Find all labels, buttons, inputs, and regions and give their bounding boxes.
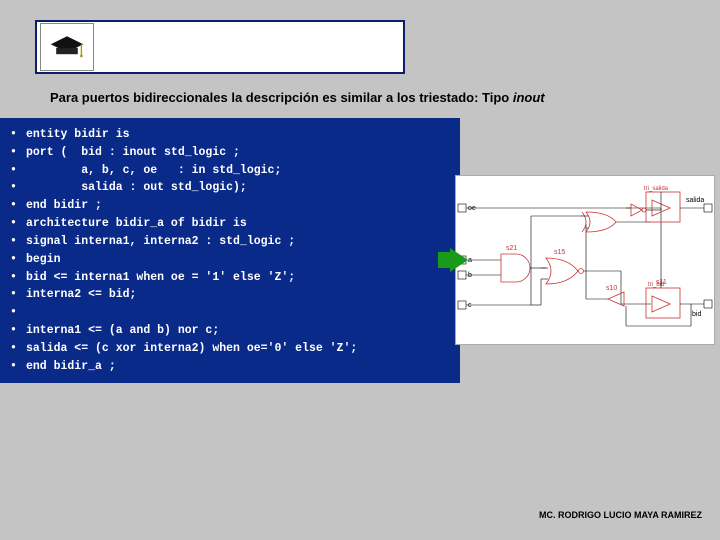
title-bar: [35, 20, 405, 74]
bullet-icon: •: [10, 269, 26, 287]
code-line: •interna1 <= (a and b) nor c;: [10, 322, 460, 340]
arrow-head-icon: [450, 248, 468, 272]
grad-cap-icon: [40, 23, 94, 71]
subtitle-keyword: inout: [513, 90, 545, 105]
buf-trisalida: tri_salida: [644, 186, 669, 192]
bullet-icon: •: [10, 126, 26, 144]
gate-s21: s21: [506, 245, 517, 252]
port-oe: oe: [468, 205, 476, 212]
code-line: •bid <= interna1 when oe = '1' else 'Z';: [10, 269, 460, 287]
port-c: c: [468, 302, 472, 309]
sig-s10: s10: [606, 285, 617, 292]
code-line: •architecture bidir_a of bidir is: [10, 215, 460, 233]
bullet-icon: •: [10, 358, 26, 376]
bullet-icon: •: [10, 215, 26, 233]
bullet-icon: •: [10, 144, 26, 162]
code-line: •port ( bid : inout std_logic ;: [10, 144, 460, 162]
code-line: • salida : out std_logic);: [10, 179, 460, 197]
circuit-diagram: oe a b c s21 s15: [455, 175, 715, 345]
code-line: •entity bidir is: [10, 126, 460, 144]
bullet-icon: •: [10, 322, 26, 340]
code-line: • a, b, c, oe : in std_logic;: [10, 162, 460, 180]
out-salida: salida: [686, 197, 704, 204]
code-line: •begin: [10, 251, 460, 269]
out-bid: bid: [692, 311, 701, 318]
port-b: b: [468, 272, 472, 279]
bullet-icon: •: [10, 340, 26, 358]
code-line: •interna2 <= bid;: [10, 286, 460, 304]
footer-author: MC. RODRIGO LUCIO MAYA RAMIREZ: [539, 510, 702, 520]
sig-s11: s11: [656, 279, 667, 286]
code-panel: •entity bidir is •port ( bid : inout std…: [0, 118, 460, 383]
port-a: a: [468, 257, 472, 264]
bullet-icon: •: [10, 197, 26, 215]
bullet-icon: •: [10, 179, 26, 197]
subtitle-prefix: Para puertos bidireccionales la descripc…: [50, 90, 513, 105]
code-line: •end bidir_a ;: [10, 358, 460, 376]
bullet-icon: •: [10, 304, 26, 322]
code-line: •signal interna1, interna2 : std_logic ;: [10, 233, 460, 251]
code-line: •salida <= (c xor interna2) when oe='0' …: [10, 340, 460, 358]
bullet-icon: •: [10, 162, 26, 180]
code-line: •end bidir ;: [10, 197, 460, 215]
gate-s15: s15: [554, 249, 565, 256]
subtitle-text: Para puertos bidireccionales la descripc…: [50, 90, 545, 105]
bullet-icon: •: [10, 233, 26, 251]
bullet-icon: •: [10, 286, 26, 304]
bullet-icon: •: [10, 251, 26, 269]
code-line: •: [10, 304, 460, 322]
